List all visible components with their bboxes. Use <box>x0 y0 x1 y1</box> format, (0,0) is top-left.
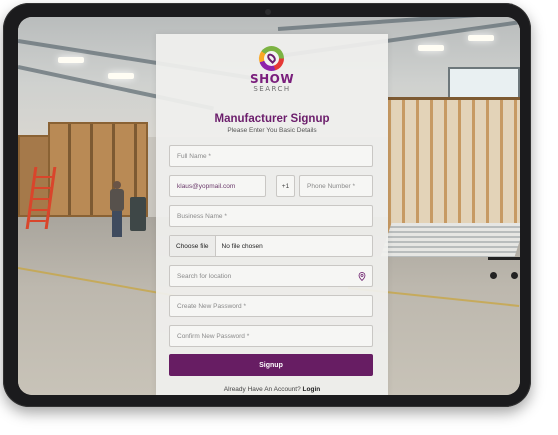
tablet-frame: SHOW SEARCH Manufacturer Signup Please E… <box>3 3 531 407</box>
screen: SHOW SEARCH Manufacturer Signup Please E… <box>18 17 520 395</box>
logo-word-sub: SEARCH <box>253 85 291 93</box>
ceiling-light <box>468 35 494 41</box>
email-input[interactable]: klaus@yopmail.com <box>169 175 266 197</box>
phone-number-input[interactable]: Phone Number * <box>299 175 373 197</box>
form-title: Manufacturer Signup <box>214 113 330 125</box>
worker <box>110 181 124 237</box>
country-code-select[interactable]: +1 <box>276 175 295 197</box>
cart <box>488 257 520 279</box>
ceiling-light <box>58 57 84 63</box>
choose-file-button[interactable]: Choose file <box>170 236 216 256</box>
trash-bin <box>130 197 146 231</box>
login-prompt-row: Already Have An Account? Login <box>156 386 388 393</box>
ceiling-light <box>108 73 134 79</box>
signup-card: SHOW SEARCH Manufacturer Signup Please E… <box>156 34 388 395</box>
file-upload-field: Choose file No file chosen <box>169 235 373 257</box>
location-search-input[interactable]: Search for location <box>169 265 373 287</box>
camera-dot <box>265 9 271 15</box>
logo: SHOW SEARCH <box>241 46 303 94</box>
login-prompt-text: Already Have An Account? <box>223 386 301 393</box>
map-pin-icon[interactable] <box>358 272 366 281</box>
confirm-password-input[interactable]: Confirm New Password * <box>169 325 373 347</box>
file-status-text: No file chosen <box>221 242 263 250</box>
signup-button[interactable]: Signup <box>169 354 373 376</box>
panel-stack <box>380 223 520 257</box>
create-password-input[interactable]: Create New Password * <box>169 295 373 317</box>
full-name-input[interactable]: Full Name * <box>169 145 373 167</box>
framed-wall <box>388 97 520 237</box>
business-name-input[interactable]: Business Name * <box>169 205 373 227</box>
login-link[interactable]: Login <box>303 386 321 393</box>
form-subtitle: Please Enter You Basic Details <box>227 127 317 134</box>
ceiling-light <box>418 45 444 51</box>
logo-word-main: SHOW <box>249 72 295 86</box>
location-placeholder: Search for location <box>177 272 232 280</box>
